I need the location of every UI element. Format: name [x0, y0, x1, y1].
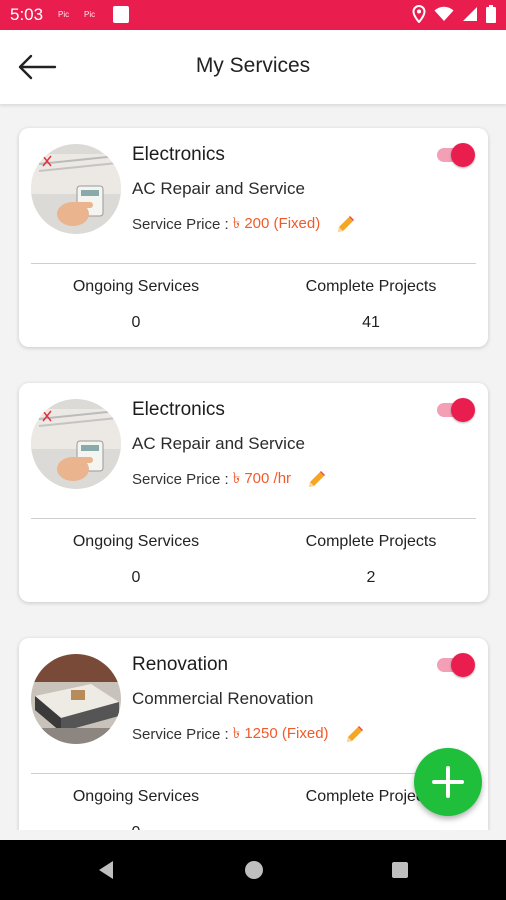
- service-name: Commercial Renovation: [132, 689, 314, 708]
- service-category: Renovation: [132, 654, 229, 675]
- price-label: Service Price :: [132, 471, 229, 488]
- complete-label: Complete Projects: [305, 278, 437, 295]
- complete-label: Complete Projects: [305, 533, 437, 550]
- ongoing-services-stat: Ongoing Services 0: [36, 533, 236, 587]
- status-bar: 5:03 Pic Pic: [0, 0, 506, 30]
- ongoing-services-stat: Ongoing Services 0: [36, 278, 236, 332]
- services-list[interactable]: Electronics AC Repair and Service Servic…: [0, 104, 506, 830]
- ongoing-value: 0: [131, 569, 141, 586]
- wifi-icon: [434, 6, 454, 21]
- service-category: Electronics: [132, 144, 225, 165]
- ongoing-services-stat: Ongoing Services 0: [36, 788, 236, 830]
- price-value: ৳ 700 /hr: [232, 470, 292, 487]
- service-card[interactable]: Renovation Commercial Renovation Service…: [19, 638, 488, 830]
- pencil-icon: [346, 725, 363, 742]
- service-category: Electronics: [132, 399, 225, 420]
- ongoing-value: 0: [36, 824, 236, 830]
- plus-icon: [432, 766, 464, 798]
- price-value: ৳ 200 (Fixed): [232, 215, 321, 232]
- price-label: Service Price :: [132, 216, 229, 233]
- edit-price-button[interactable]: [334, 214, 356, 236]
- location-icon: [412, 5, 426, 23]
- service-image: [31, 654, 121, 744]
- edit-price-button[interactable]: [305, 469, 327, 491]
- ongoing-label: Ongoing Services: [72, 278, 200, 295]
- service-price-row: Service Price : ৳ 200 (Fixed): [132, 212, 356, 237]
- notification-icon-2: Pic: [84, 10, 96, 19]
- nav-home-button[interactable]: [242, 858, 266, 882]
- pencil-icon: [309, 470, 326, 487]
- divider: [31, 518, 476, 519]
- edit-price-button[interactable]: [343, 724, 365, 746]
- battery-icon: [486, 5, 496, 23]
- notification-icon-1: Pic: [58, 10, 70, 19]
- status-icons: [412, 5, 496, 23]
- nav-back-button[interactable]: [94, 858, 118, 882]
- service-name: AC Repair and Service: [132, 179, 305, 198]
- divider: [31, 773, 476, 774]
- service-toggle[interactable]: [435, 652, 475, 678]
- service-card[interactable]: Electronics AC Repair and Service Servic…: [19, 128, 488, 347]
- add-service-button[interactable]: [414, 748, 482, 816]
- pencil-icon: [338, 215, 355, 232]
- ongoing-label: Ongoing Services: [72, 533, 200, 550]
- notification-square-icon: [113, 6, 129, 23]
- ongoing-value: 0: [131, 314, 141, 331]
- service-image: [31, 144, 121, 234]
- price-label: Service Price :: [132, 726, 229, 743]
- page-title: My Services: [195, 54, 311, 77]
- triangle-back-icon: [99, 861, 113, 879]
- service-toggle[interactable]: [435, 142, 475, 168]
- service-price-row: Service Price : ৳ 700 /hr: [132, 467, 327, 492]
- service-image: [31, 399, 121, 489]
- service-toggle[interactable]: [435, 397, 475, 423]
- service-name: AC Repair and Service: [132, 434, 305, 453]
- complete-projects-stat: Complete Projects 41: [271, 278, 471, 332]
- complete-value: 41: [362, 314, 380, 331]
- service-price-row: Service Price : ৳ 1250 (Fixed): [132, 722, 365, 747]
- signal-icon: [463, 7, 477, 21]
- app-bar: My Services: [0, 30, 506, 104]
- complete-value: 2: [366, 569, 376, 586]
- complete-projects-stat: Complete Projects 2: [271, 533, 471, 587]
- navigation-bar: [0, 840, 506, 900]
- square-recents-icon: [392, 862, 408, 878]
- circle-home-icon: [245, 861, 263, 879]
- service-card[interactable]: Electronics AC Repair and Service Servic…: [19, 383, 488, 602]
- price-value: ৳ 1250 (Fixed): [232, 725, 329, 742]
- nav-recents-button[interactable]: [388, 858, 412, 882]
- divider: [31, 263, 476, 264]
- ongoing-label: Ongoing Services: [72, 788, 200, 805]
- status-time: 5:03: [10, 5, 44, 24]
